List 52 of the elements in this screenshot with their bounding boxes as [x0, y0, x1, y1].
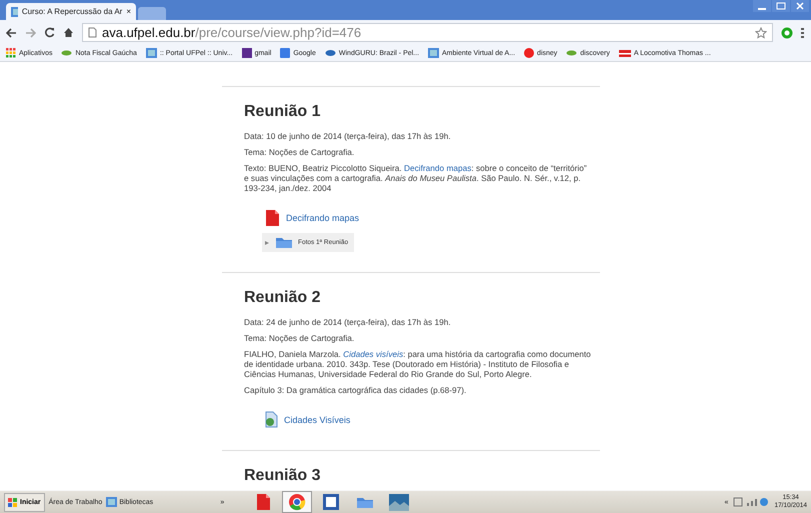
reference-link[interactable]: Decifrando mapas — [404, 163, 472, 173]
tab-title: Curso: A Repercussão da Ar — [22, 7, 122, 16]
address-bar[interactable]: ava.ufpel.edu.br/pre/course/view.php?id=476 — [82, 23, 773, 42]
section-text: Data: 24 de junho de 2014 (terça-feira), das 17h às 19h. — [244, 317, 452, 327]
section-text: Tema: Noções de Cartografia. — [244, 147, 356, 157]
menu-icon[interactable] — [801, 27, 805, 38]
section-text: Capítulo 3: Da gramática cartográfica das cidades (p.68-97). — [244, 385, 468, 395]
section-text: Tema: Noções de Cartografia. — [244, 333, 356, 343]
document-globe-icon — [264, 411, 278, 428]
section-heading: Reunião 1 — [244, 103, 322, 121]
page-icon — [88, 27, 97, 38]
browser-tab[interactable]: Curso: A Repercussão da Ar × — [6, 3, 136, 20]
section-text: Texto: BUENO, Beatriz Piccolotto Siqueira. Decifrando mapas: sobre o conceito de “território” e suas vinculações com a cartografia. Anais do Museu Paulista. São Paulo. N. Sér., v.12, p. 193-234, jan./dez. 2004 — [244, 163, 588, 193]
back-icon[interactable] — [6, 28, 17, 38]
leaf-icon — [566, 49, 578, 57]
circle-icon — [524, 48, 534, 58]
close-icon[interactable] — [791, 0, 809, 12]
chrome-icon — [288, 493, 306, 511]
folder-icon — [356, 496, 374, 508]
minimize-icon[interactable] — [753, 0, 771, 12]
section-heading: Reunião 3 — [244, 467, 322, 485]
resource-link[interactable]: Decifrando mapas — [262, 207, 362, 229]
section-heading: Reunião 2 — [244, 289, 322, 307]
tray-icons-drawing — [733, 497, 770, 507]
windows-logo-icon — [8, 498, 18, 506]
flag-icon — [618, 50, 631, 56]
restore-icon[interactable] — [772, 0, 790, 12]
site-icon — [11, 6, 18, 16]
home-icon[interactable] — [63, 27, 74, 38]
taskbar-app-button[interactable] — [282, 491, 312, 513]
section-text: Data: 10 de junho de 2014 (terça-feira), das 17h às 19h. — [244, 131, 452, 141]
reload-icon[interactable] — [44, 27, 55, 38]
pdf-icon — [264, 209, 280, 227]
resource-link[interactable]: Cidades Visíveis — [262, 409, 352, 430]
apps-grid-icon — [6, 48, 16, 58]
leaf-icon — [61, 49, 72, 57]
pdf-icon — [255, 493, 272, 511]
url-text: ava.ufpel.edu.br/pre/course/view.php?id=476 — [102, 25, 362, 40]
forward-icon[interactable] — [25, 28, 36, 38]
reference-link[interactable]: Cidades visíveis — [343, 349, 404, 359]
section-text: FIALHO, Daniela Marzola. Cidades visíveis: para uma história da cartografia como documento de identidade urbana. 2010. 343p. Tese (Doutorado em História) - Instituto de Filosofia e Ciências Humanas, Universidade Federal do Rio Grande do Sul, Porto Alegre. — [244, 349, 592, 379]
folder-icon — [275, 236, 293, 249]
site-icon — [146, 48, 157, 58]
site-icon — [242, 48, 252, 58]
extension-icon[interactable] — [781, 26, 793, 38]
expand-arrow-icon[interactable] — [264, 240, 270, 246]
tab-close[interactable]: × — [126, 7, 131, 16]
image-icon — [389, 494, 410, 510]
star-icon[interactable] — [755, 26, 767, 38]
site-icon — [280, 48, 290, 58]
site-icon — [106, 497, 118, 507]
site-icon — [428, 48, 440, 58]
